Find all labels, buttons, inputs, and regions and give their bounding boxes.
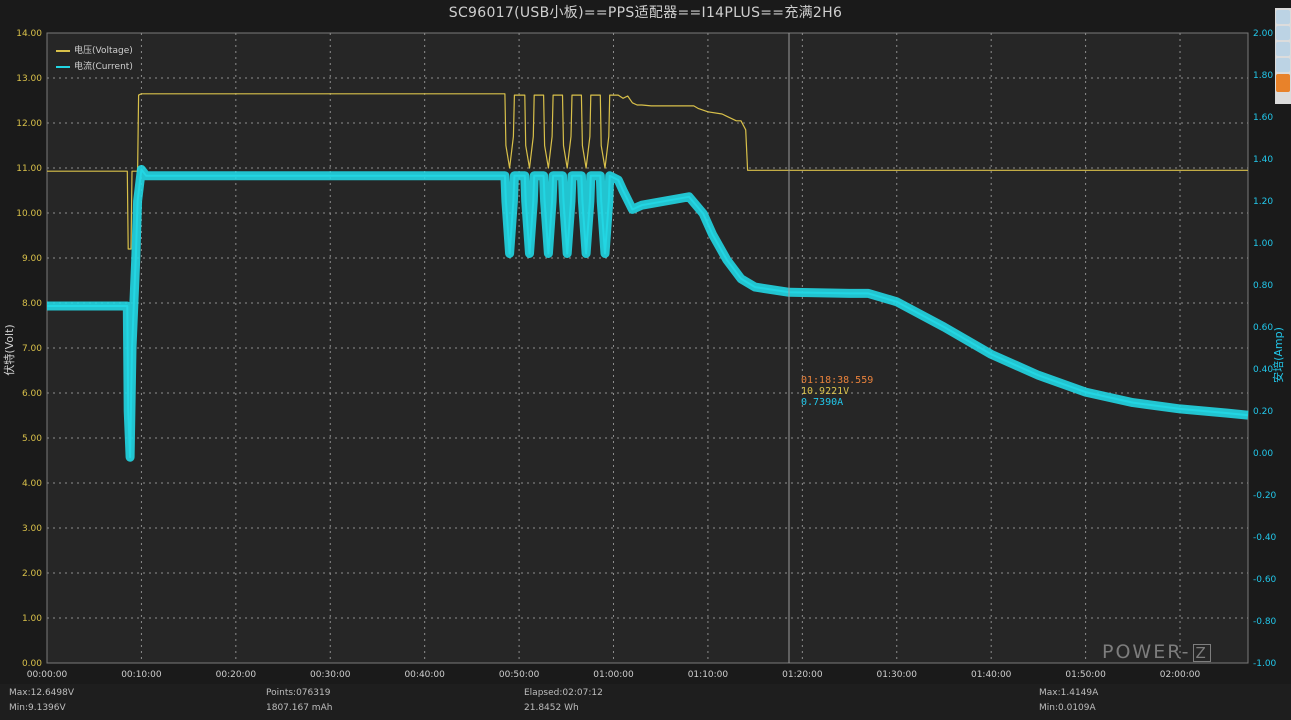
x-tick-label: 01:40:00 bbox=[971, 670, 1012, 680]
cursor-current: 0.7390A bbox=[801, 397, 844, 408]
y2-tick-label: 1.20 bbox=[1253, 197, 1273, 207]
y-tick-label: 12.00 bbox=[16, 119, 42, 129]
power-z-logo: POWER- Z bbox=[1102, 641, 1211, 663]
y2-tick-label: 0.20 bbox=[1253, 407, 1273, 417]
y2-tick-label: -0.80 bbox=[1253, 617, 1277, 627]
y-tick-label: 1.00 bbox=[22, 614, 42, 624]
chart-window: SC96017(USB小板)==PPS适配器==I14PLUS==充满2H6 0… bbox=[0, 0, 1291, 720]
cursor-voltage: 10.9221V bbox=[801, 386, 850, 397]
legend-voltage-swatch bbox=[56, 49, 70, 52]
user-icon[interactable] bbox=[1276, 74, 1290, 92]
max-current: Max:1.4149A bbox=[1039, 688, 1099, 698]
y2-tick-label: 1.40 bbox=[1253, 155, 1273, 165]
side-toolbar bbox=[1275, 8, 1291, 104]
y-tick-label: 2.00 bbox=[22, 569, 42, 579]
y2-tick-label: 1.80 bbox=[1253, 71, 1273, 81]
legend-voltage-label: 电压(Voltage) bbox=[74, 46, 133, 56]
x-tick-label: 00:40:00 bbox=[404, 670, 445, 680]
y2-tick-label: -0.20 bbox=[1253, 491, 1277, 501]
y-tick-label: 6.00 bbox=[22, 389, 42, 399]
points-count: Points:076319 bbox=[266, 688, 331, 698]
y-tick-label: 5.00 bbox=[22, 434, 42, 444]
x-tick-label: 00:00:00 bbox=[27, 670, 68, 680]
capacity-mah: 1807.167 mAh bbox=[266, 703, 333, 713]
y-tick-label: 10.00 bbox=[16, 209, 42, 219]
y-axis-label: 伏特(Volt) bbox=[2, 324, 16, 375]
x-tick-label: 01:20:00 bbox=[782, 670, 823, 680]
x-tick-label: 01:30:00 bbox=[877, 670, 918, 680]
y2-tick-label: 0.40 bbox=[1253, 365, 1273, 375]
y2-axis-label: 安培(Amp) bbox=[1271, 327, 1285, 383]
y2-tick-label: 0.80 bbox=[1253, 281, 1273, 291]
y2-tick-label: 2.00 bbox=[1253, 29, 1273, 39]
y2-tick-label: -0.60 bbox=[1253, 575, 1277, 585]
y-tick-label: 4.00 bbox=[22, 479, 42, 489]
y-tick-label: 0.00 bbox=[22, 659, 42, 669]
stats-footer: Max:12.6498V Min:9.1396V Points:076319 1… bbox=[0, 684, 1291, 720]
y2-tick-label: 1.00 bbox=[1253, 239, 1273, 249]
x-tick-label: 00:20:00 bbox=[216, 670, 257, 680]
logo-text: POWER- bbox=[1102, 641, 1191, 663]
max-voltage: Max:12.6498V bbox=[9, 688, 75, 698]
legend-current-swatch bbox=[56, 65, 70, 68]
chart-canvas[interactable]: 00:00:00 00:10:00 00:20:00 00:30:00 00:40:00… bbox=[0, 0, 1291, 720]
y-tick-label: 8.00 bbox=[22, 299, 42, 309]
x-tick-label: 01:50:00 bbox=[1065, 670, 1106, 680]
y-tick-label: 9.00 bbox=[22, 254, 42, 264]
y-tick-label: 13.00 bbox=[16, 74, 42, 84]
y-tick-label: 14.00 bbox=[16, 29, 42, 39]
energy-wh: 21.8452 Wh bbox=[524, 703, 579, 713]
y2-tick-label: -1.00 bbox=[1253, 659, 1277, 669]
y2-tick-label: 0.60 bbox=[1253, 323, 1273, 333]
y2-tick-label: 1.60 bbox=[1253, 113, 1273, 123]
x-tick-label: 01:10:00 bbox=[688, 670, 729, 680]
toolbar-button-3[interactable] bbox=[1276, 42, 1290, 56]
x-tick-label: 00:10:00 bbox=[121, 670, 162, 680]
y-tick-label: 11.00 bbox=[16, 164, 42, 174]
y2-tick-label: -0.40 bbox=[1253, 533, 1277, 543]
x-tick-label: 01:00:00 bbox=[593, 670, 634, 680]
y-axis-ticks: 0.00 1.00 2.00 3.00 4.00 5.00 6.00 7.00 8.00 9.00… bbox=[16, 29, 42, 669]
x-tick-label: 00:50:00 bbox=[499, 670, 540, 680]
legend-current[interactable]: 电流(Current) bbox=[56, 59, 133, 72]
min-voltage: Min:9.1396V bbox=[9, 703, 66, 713]
logo-box: Z bbox=[1192, 644, 1211, 662]
legend-voltage[interactable]: 电压(Voltage) bbox=[56, 43, 133, 56]
x-tick-label: 02:00:00 bbox=[1160, 670, 1201, 680]
elapsed-time: Elapsed:02:07:12 bbox=[524, 688, 603, 698]
toolbar-button-1[interactable] bbox=[1276, 10, 1290, 24]
x-axis-ticks: 00:00:00 00:10:00 00:20:00 00:30:00 00:40:00… bbox=[27, 670, 1201, 680]
legend-current-label: 电流(Current) bbox=[74, 62, 133, 72]
y-tick-label: 3.00 bbox=[22, 524, 42, 534]
cursor-time: 01:18:38.559 bbox=[801, 375, 874, 386]
min-current: Min:0.0109A bbox=[1039, 703, 1096, 713]
toolbar-button-2[interactable] bbox=[1276, 26, 1290, 40]
toolbar-button-4[interactable] bbox=[1276, 58, 1290, 72]
y-tick-label: 7.00 bbox=[22, 344, 42, 354]
y2-tick-label: 0.00 bbox=[1253, 449, 1273, 459]
x-tick-label: 00:30:00 bbox=[310, 670, 351, 680]
